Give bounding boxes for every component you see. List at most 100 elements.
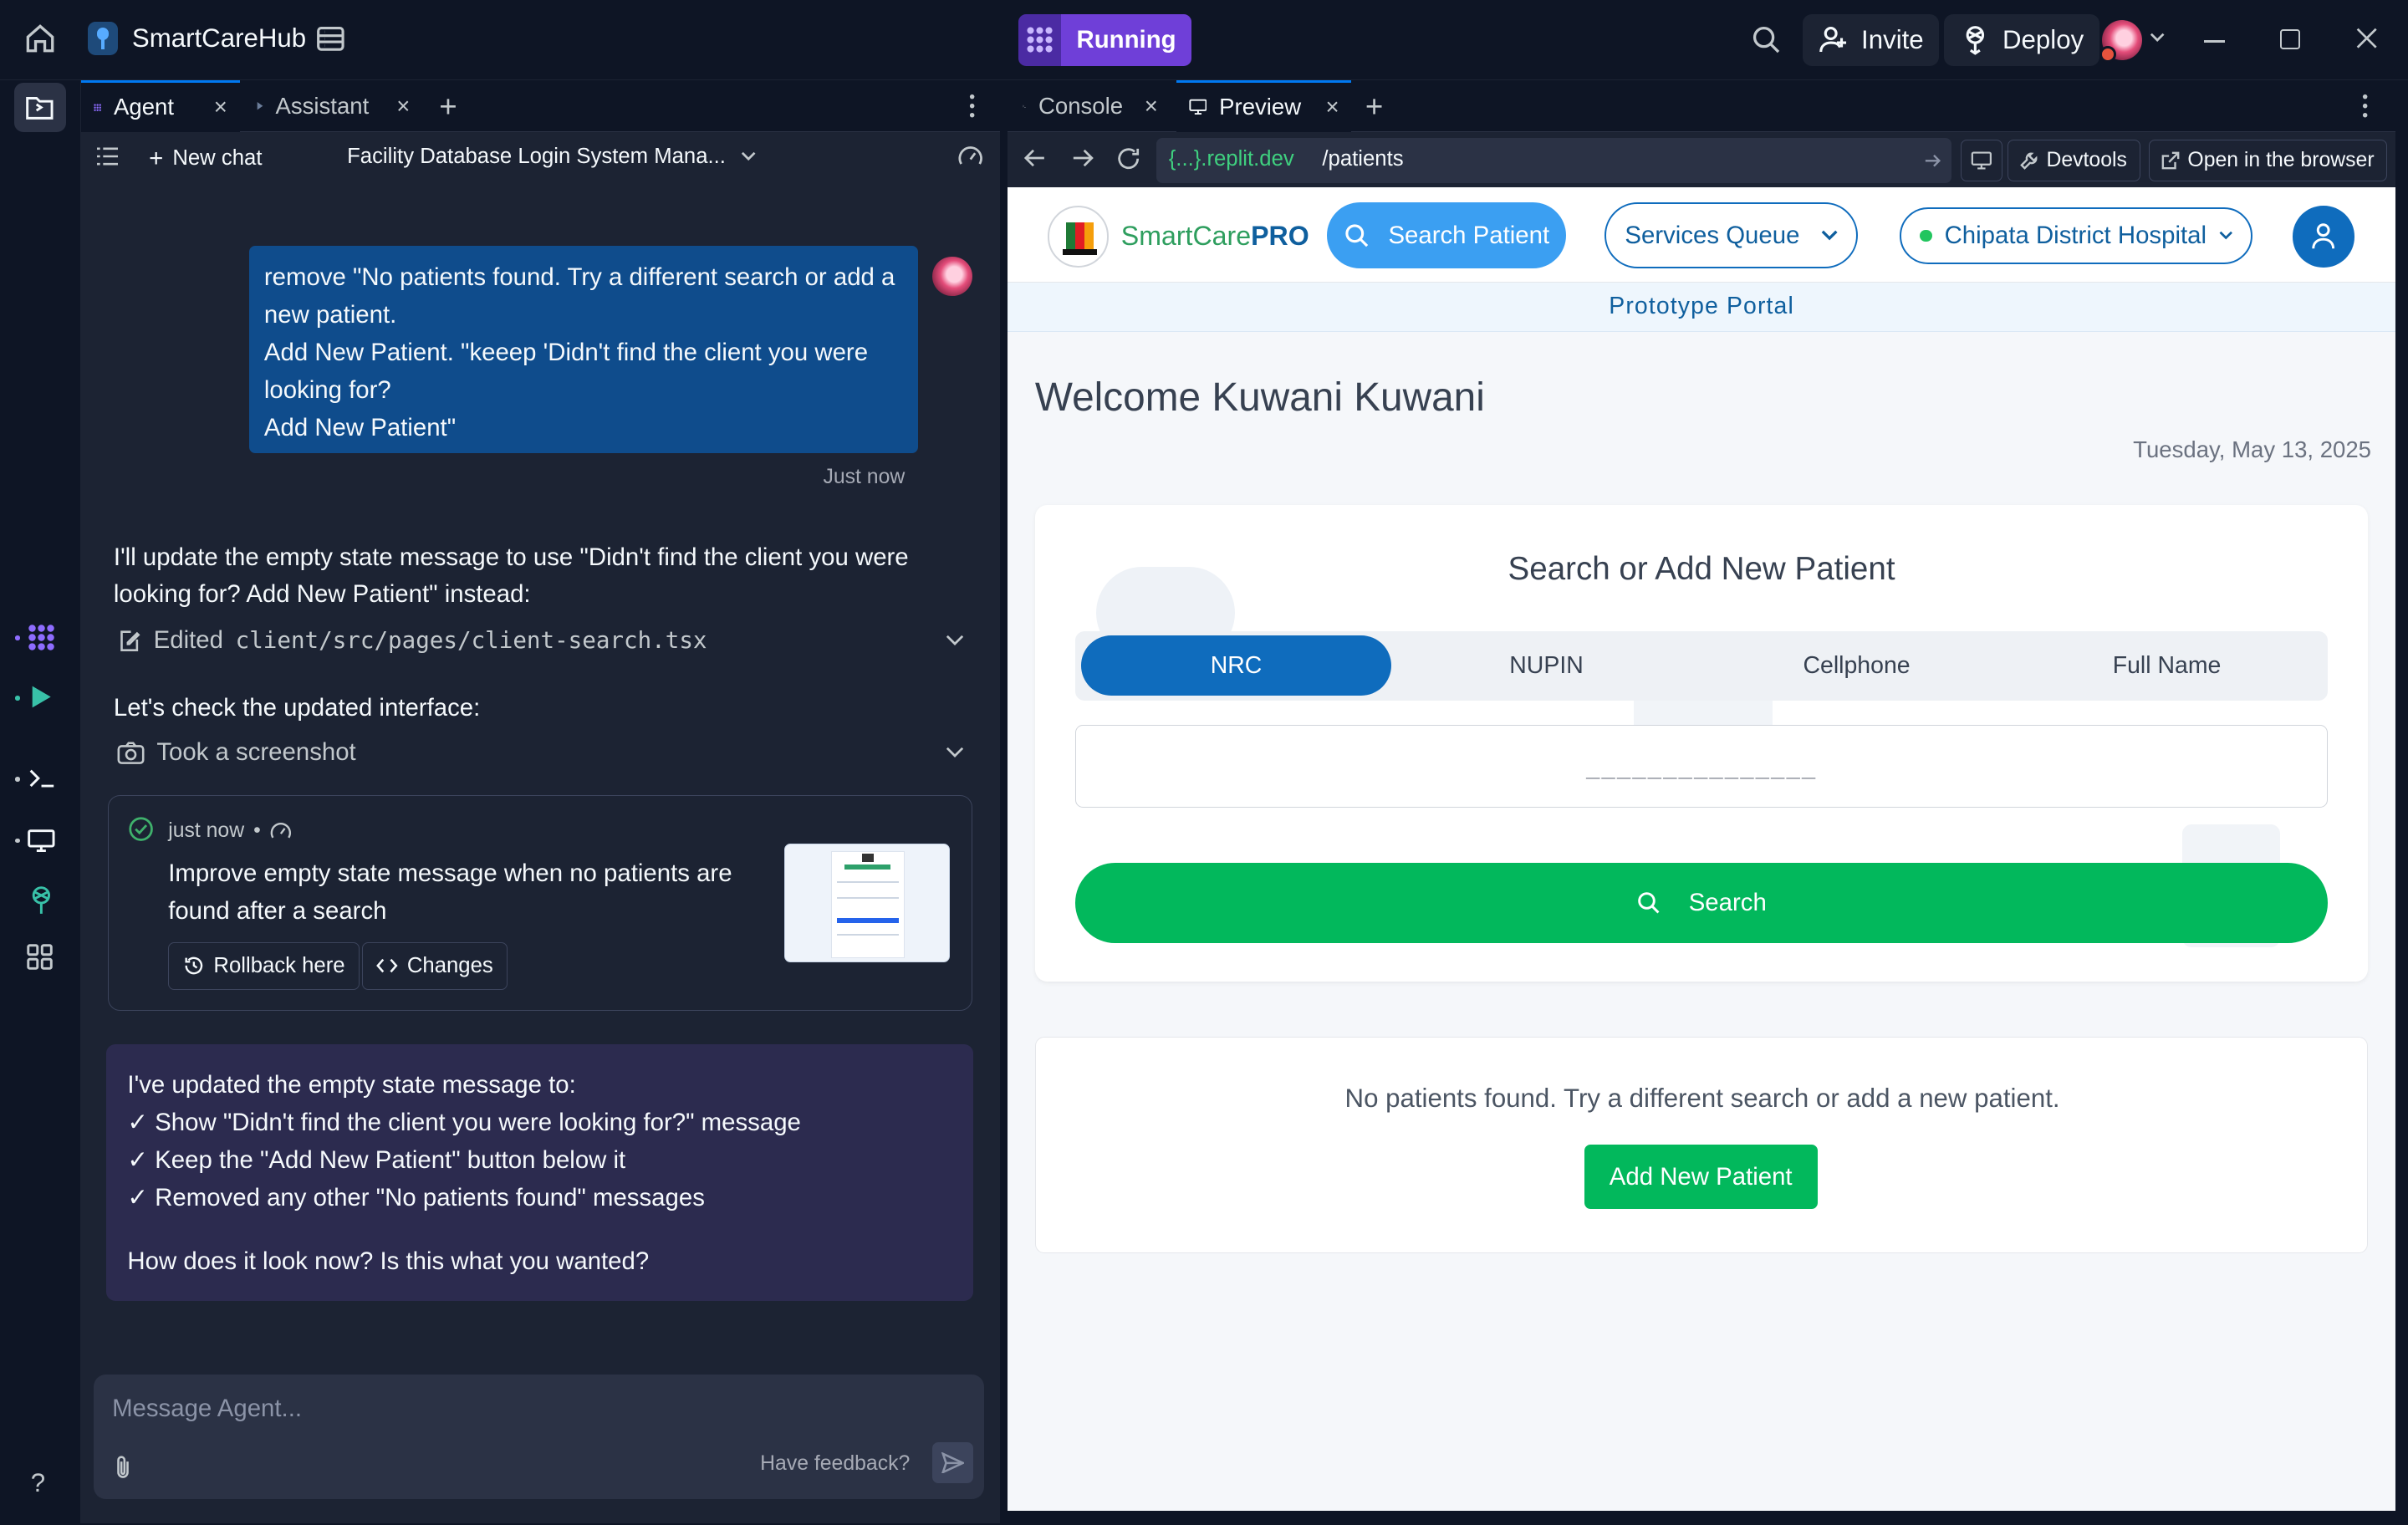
- user-message-line: Add New Patient. "keeep 'Didn't find the…: [263, 338, 869, 366]
- console-nav-icon[interactable]: [28, 768, 55, 789]
- background-shape: [1634, 696, 1773, 725]
- search-type-full-name[interactable]: Full Name: [2012, 635, 2322, 696]
- code-icon: [376, 959, 398, 973]
- database-icon[interactable]: [315, 23, 346, 54]
- search-icon: [1638, 892, 1660, 914]
- camera-icon: [117, 742, 145, 764]
- pane-divider[interactable]: [999, 79, 1008, 1523]
- open-browser-button[interactable]: Open in the browser: [2148, 140, 2388, 181]
- all-tools-icon[interactable]: [26, 943, 54, 971]
- tab-agent-label: Agent: [114, 94, 174, 120]
- more-options-icon[interactable]: [969, 94, 975, 118]
- profile-button[interactable]: [2293, 206, 2354, 268]
- edit-file-icon: [120, 630, 140, 651]
- chat-title-dropdown[interactable]: Facility Database Login System Mana...: [347, 145, 757, 169]
- rollback-button[interactable]: Rollback here: [168, 941, 360, 990]
- invite-button[interactable]: Invite: [1803, 13, 1940, 66]
- preview-nav-icon[interactable]: [26, 828, 57, 852]
- close-tab-icon[interactable]: ×: [1326, 94, 1339, 120]
- go-icon[interactable]: [1924, 154, 1941, 168]
- summary-question: How does it look now? Is this what you w…: [127, 1247, 650, 1275]
- thumbnail-brand: [844, 865, 891, 870]
- close-tab-icon[interactable]: ×: [396, 93, 410, 120]
- screenshot-thumbnail[interactable]: [783, 844, 951, 962]
- tab-assistant[interactable]: Assistant ×: [244, 80, 422, 132]
- checkpoint-card: just now • Improve empty state message w…: [107, 795, 972, 1011]
- add-tab-icon[interactable]: +: [439, 89, 457, 125]
- attach-icon[interactable]: [114, 1454, 132, 1480]
- add-tab-icon[interactable]: +: [1365, 89, 1383, 125]
- left-rail: ?: [0, 79, 82, 1523]
- preview-viewport: SmartCarePRO Search Patient Services Que…: [1007, 187, 2396, 1512]
- home-icon[interactable]: [22, 20, 59, 57]
- reload-icon[interactable]: [1116, 147, 1140, 171]
- edited-file-row[interactable]: Edited client/src/pages/client-search.ts…: [117, 626, 965, 655]
- external-link-icon: [2161, 151, 2180, 170]
- thumbnail-button: [837, 918, 899, 923]
- search-type-nrc[interactable]: NRC: [1081, 635, 1392, 696]
- deploy-label: Deploy: [2002, 24, 2084, 54]
- checkpoint-check-icon: [128, 816, 154, 842]
- minimize-icon[interactable]: [2203, 39, 2226, 43]
- add-new-patient-button[interactable]: Add New Patient: [1584, 1145, 1818, 1210]
- user-message-line: new patient.: [263, 300, 397, 329]
- file-tree-icon[interactable]: [13, 83, 66, 132]
- tab-preview[interactable]: Preview ×: [1176, 79, 1352, 132]
- user-message-time: Just now: [823, 465, 906, 488]
- deploy-button[interactable]: Deploy: [1944, 13, 2099, 66]
- forward-icon[interactable]: [1072, 149, 1094, 167]
- new-chat-button[interactable]: + New chat: [149, 145, 262, 173]
- search-icon[interactable]: [1751, 24, 1782, 55]
- close-tab-icon[interactable]: ×: [1145, 93, 1158, 120]
- chat-history-icon[interactable]: [96, 147, 119, 166]
- brand-bold: PRO: [1251, 221, 1309, 252]
- thumbnail-line: [837, 896, 899, 899]
- tab-console-label: Console: [1038, 92, 1124, 119]
- message-input[interactable]: Message Agent...: [112, 1395, 302, 1423]
- repl-icon: [87, 21, 119, 56]
- deployments-nav-icon[interactable]: [26, 885, 57, 916]
- back-icon[interactable]: [1024, 149, 1046, 167]
- changes-button[interactable]: Changes: [361, 941, 508, 990]
- empty-state-message: No patients found. Try a different searc…: [1344, 1083, 2060, 1113]
- agent-reply-line: I'll update the empty state message to u…: [113, 543, 909, 571]
- empty-state-card: No patients found. Try a different searc…: [1034, 1036, 2369, 1253]
- maximize-icon[interactable]: [2280, 28, 2301, 49]
- screenshot-row[interactable]: Took a screenshot: [117, 738, 965, 767]
- devtools-button[interactable]: Devtools: [2007, 140, 2140, 181]
- send-button[interactable]: [931, 1441, 974, 1484]
- assistant-nav-icon[interactable]: [29, 683, 54, 711]
- tab-agent[interactable]: Agent ×: [81, 79, 240, 132]
- facility-selector[interactable]: Chipata District Hospital: [1899, 207, 2253, 264]
- devtools-label: Devtools: [2046, 148, 2127, 171]
- run-button[interactable]: Running: [1018, 13, 1191, 66]
- device-preview-button[interactable]: [1961, 140, 2003, 181]
- close-tab-icon[interactable]: ×: [214, 94, 227, 120]
- deploy-icon: [1966, 26, 1984, 56]
- search-type-cellphone[interactable]: Cellphone: [1701, 635, 2012, 696]
- tab-console[interactable]: Console ×: [1011, 80, 1171, 132]
- agent-nav-icon[interactable]: [28, 624, 55, 651]
- user-message-line: looking for?: [263, 375, 391, 404]
- url-bar[interactable]: {...}.replit.dev /patients: [1156, 138, 1952, 183]
- chevron-down-icon[interactable]: [2150, 31, 2165, 43]
- usage-gauge-icon[interactable]: [958, 145, 982, 167]
- chevron-down-icon: [946, 747, 964, 758]
- welcome-heading: Welcome Kuwani Kuwani: [1034, 375, 1485, 421]
- search-type-nupin[interactable]: NUPIN: [1391, 635, 1701, 696]
- nav-services-queue[interactable]: Services Queue: [1604, 202, 1859, 269]
- nav-search-patient[interactable]: Search Patient: [1326, 202, 1567, 269]
- url-domain: {...}.replit.dev: [1168, 147, 1294, 171]
- help-icon[interactable]: ?: [31, 1468, 45, 1498]
- feedback-link[interactable]: Have feedback?: [760, 1452, 910, 1476]
- nrc-input[interactable]: _______________: [1074, 724, 2329, 808]
- send-icon: [941, 1451, 965, 1474]
- chevron-down-icon: [1821, 231, 1838, 241]
- more-options-icon[interactable]: [2362, 94, 2368, 118]
- search-button[interactable]: Search: [1074, 863, 2329, 943]
- site-brand[interactable]: SmartCarePRO: [1121, 221, 1309, 252]
- close-window-icon[interactable]: [2354, 26, 2379, 50]
- repl-title[interactable]: SmartCareHub: [87, 21, 306, 56]
- message-input-box[interactable]: Message Agent... Have feedback?: [94, 1374, 985, 1499]
- site-logo[interactable]: [1047, 206, 1110, 268]
